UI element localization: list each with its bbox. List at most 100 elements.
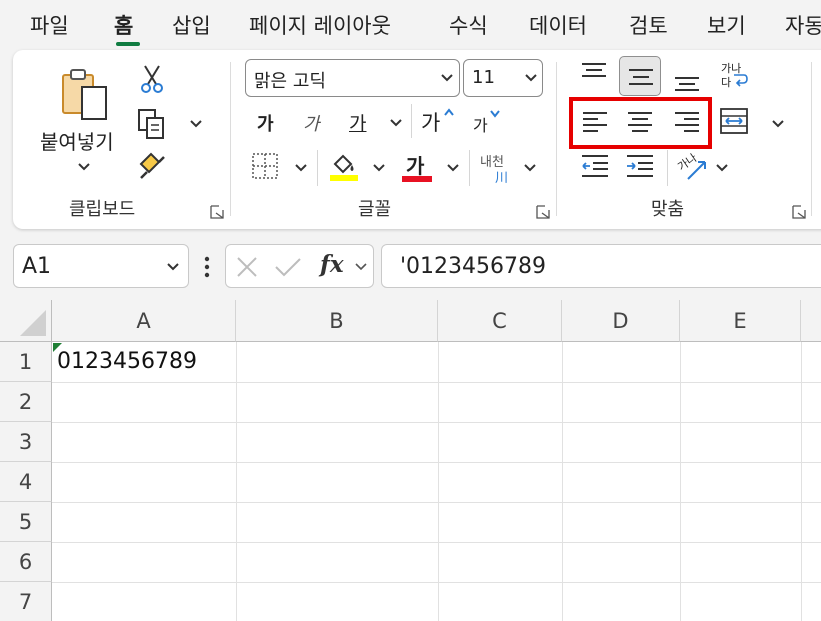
divider bbox=[469, 150, 470, 186]
grid-line bbox=[52, 542, 821, 543]
tab-formulas[interactable]: 수식 bbox=[449, 10, 488, 40]
phonetic-dropdown-chevron-icon[interactable] bbox=[523, 163, 537, 173]
font-color-dropdown-chevron-icon[interactable] bbox=[446, 163, 460, 173]
wrap-text-bottom-glyph[interactable]: 다 bbox=[721, 74, 731, 90]
column-header-f[interactable] bbox=[801, 300, 821, 342]
tab-home[interactable]: 홈 bbox=[114, 10, 133, 40]
orientation-icon[interactable] bbox=[685, 158, 709, 182]
increase-indent-icon[interactable] bbox=[626, 154, 654, 178]
chevron-down-icon[interactable] bbox=[166, 262, 180, 272]
borders-icon[interactable] bbox=[251, 152, 279, 180]
alignment-group-label: 맞춤 bbox=[651, 199, 685, 220]
paste-button-label[interactable]: 붙여넣기 bbox=[40, 126, 114, 155]
font-size-select[interactable]: 11 bbox=[463, 59, 543, 97]
tab-data[interactable]: 데이터 bbox=[529, 10, 587, 40]
alignment-dialog-launcher-icon[interactable] bbox=[792, 205, 806, 219]
font-size-value: 11 bbox=[472, 67, 495, 88]
wrap-text-icon[interactable] bbox=[732, 72, 748, 88]
tab-insert[interactable]: 삽입 bbox=[172, 10, 211, 40]
formula-expand-chevron-icon[interactable] bbox=[354, 262, 368, 272]
row-header-1[interactable]: 1 bbox=[0, 342, 52, 382]
ribbon-panel: 붙여넣기 클립보드 맑은 고딕 11 가 가 가 가 가 가 내천 川 글꼴 가… bbox=[13, 50, 821, 229]
row-header-6[interactable]: 6 bbox=[0, 542, 52, 582]
name-box[interactable]: A1 bbox=[13, 244, 189, 288]
align-middle-button[interactable] bbox=[619, 56, 661, 96]
caret-up-icon bbox=[444, 108, 454, 116]
copy-dropdown-chevron-icon[interactable] bbox=[189, 119, 203, 129]
tab-review[interactable]: 검토 bbox=[629, 10, 668, 40]
tab-automate[interactable]: 자동 bbox=[785, 10, 821, 40]
clipboard-group-label: 클립보드 bbox=[69, 199, 136, 220]
column-header-e[interactable]: E bbox=[680, 300, 801, 342]
grow-font-button[interactable]: 가 bbox=[421, 107, 440, 137]
row-header-4[interactable]: 4 bbox=[0, 462, 52, 502]
chevron-down-icon bbox=[441, 74, 453, 82]
tab-page-layout[interactable]: 페이지 레이아웃 bbox=[249, 10, 391, 40]
alignment-highlight-box bbox=[569, 97, 712, 149]
tab-file[interactable]: 파일 bbox=[30, 10, 69, 40]
insert-function-button[interactable]: fx bbox=[320, 251, 344, 278]
merge-dropdown-chevron-icon[interactable] bbox=[771, 119, 785, 129]
align-bottom-icon[interactable] bbox=[674, 72, 700, 92]
chevron-down-icon bbox=[525, 74, 537, 82]
grid-line bbox=[801, 342, 802, 621]
row-header-3[interactable]: 3 bbox=[0, 422, 52, 462]
decrease-indent-icon[interactable] bbox=[581, 154, 609, 178]
enter-check-icon[interactable] bbox=[274, 256, 302, 278]
font-group-label: 글꼴 bbox=[358, 199, 392, 220]
copy-icon[interactable] bbox=[137, 108, 167, 140]
formula-input[interactable]: '0123456789 bbox=[381, 244, 821, 288]
shrink-font-button[interactable]: 가 bbox=[473, 112, 488, 136]
grid-line bbox=[52, 462, 821, 463]
orientation-dropdown-chevron-icon[interactable] bbox=[715, 163, 729, 173]
formula-value: '0123456789 bbox=[400, 254, 547, 279]
font-color-swatch bbox=[402, 176, 432, 182]
tab-view[interactable]: 보기 bbox=[707, 10, 746, 40]
align-top-icon[interactable] bbox=[581, 62, 607, 82]
clipboard-dialog-launcher-icon[interactable] bbox=[210, 205, 224, 219]
group-separator bbox=[556, 62, 557, 216]
grid-line bbox=[52, 382, 821, 383]
divider bbox=[411, 104, 412, 138]
grid-line bbox=[52, 422, 821, 423]
formula-controls: fx bbox=[225, 244, 374, 288]
paste-icon[interactable] bbox=[60, 65, 114, 123]
borders-dropdown-chevron-icon[interactable] bbox=[294, 163, 308, 173]
divider bbox=[317, 150, 318, 186]
font-name-value: 맑은 고딕 bbox=[254, 71, 326, 92]
cell-a1[interactable]: 0123456789 bbox=[57, 349, 197, 374]
cut-icon[interactable] bbox=[139, 64, 165, 94]
grid-line bbox=[438, 342, 439, 621]
grid-line bbox=[562, 342, 563, 621]
align-middle-icon bbox=[629, 69, 653, 85]
phonetic-bottom-text: 川 bbox=[495, 171, 509, 186]
group-separator bbox=[811, 62, 812, 216]
column-header-b[interactable]: B bbox=[236, 300, 438, 342]
more-options-icon[interactable] bbox=[204, 256, 210, 278]
grid-line bbox=[236, 342, 237, 621]
row-header-7[interactable]: 7 bbox=[0, 582, 52, 621]
font-dialog-launcher-icon[interactable] bbox=[536, 205, 550, 219]
fill-color-icon[interactable] bbox=[329, 150, 359, 182]
italic-button[interactable]: 가 bbox=[303, 110, 320, 136]
font-name-select[interactable]: 맑은 고딕 bbox=[245, 59, 460, 97]
active-tab-indicator bbox=[116, 42, 140, 46]
merge-center-icon[interactable] bbox=[719, 107, 749, 135]
worksheet-grid[interactable]: A B C D E 1 2 3 4 5 6 7 0123456789 bbox=[0, 300, 821, 621]
row-header-5[interactable]: 5 bbox=[0, 502, 52, 542]
cancel-icon[interactable] bbox=[236, 256, 258, 278]
paste-dropdown-chevron-icon[interactable] bbox=[77, 162, 91, 172]
underline-button[interactable]: 가 bbox=[349, 109, 366, 136]
fill-color-dropdown-chevron-icon[interactable] bbox=[372, 163, 386, 173]
font-color-button[interactable]: 가 bbox=[406, 150, 424, 179]
bold-button[interactable]: 가 bbox=[257, 110, 274, 136]
column-header-d[interactable]: D bbox=[562, 300, 680, 342]
group-separator bbox=[230, 62, 231, 216]
grid-line bbox=[680, 342, 681, 621]
row-header-2[interactable]: 2 bbox=[0, 382, 52, 422]
column-header-c[interactable]: C bbox=[438, 300, 562, 342]
select-all-corner[interactable] bbox=[0, 300, 52, 342]
column-header-a[interactable]: A bbox=[52, 300, 236, 342]
format-painter-icon[interactable] bbox=[137, 150, 167, 182]
underline-dropdown-chevron-icon[interactable] bbox=[389, 118, 403, 128]
